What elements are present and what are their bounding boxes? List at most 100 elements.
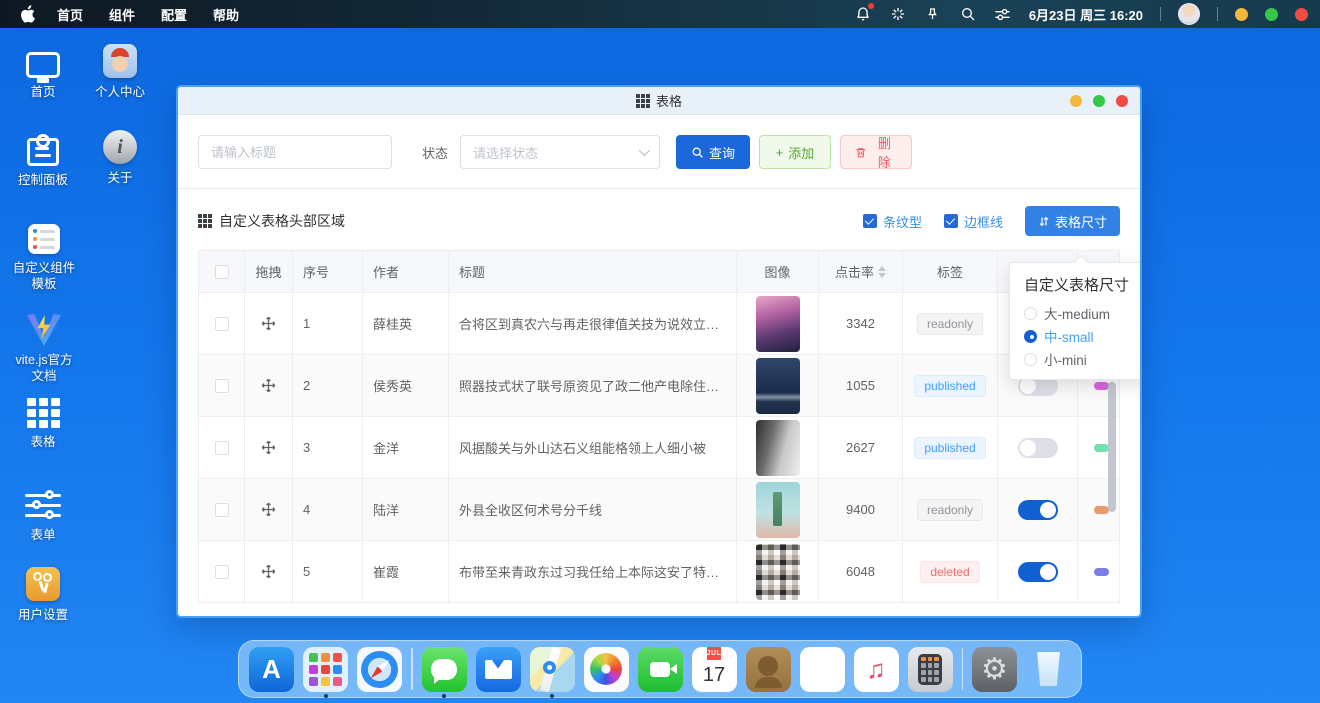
size-option-small[interactable]: 中-small <box>1024 328 1137 344</box>
row-thumbnail[interactable] <box>756 420 800 476</box>
select-all-checkbox[interactable] <box>215 265 229 279</box>
desktop-icon-custom-template[interactable]: 自定义组件模板 <box>1 218 87 292</box>
dock-maps[interactable] <box>530 647 575 692</box>
row-color-bar[interactable] <box>1094 444 1109 452</box>
row-thumbnail[interactable] <box>756 482 800 538</box>
drag-handle-icon[interactable] <box>261 378 276 393</box>
dock-app-store[interactable]: A <box>249 647 294 692</box>
row-toggle-switch[interactable] <box>1018 562 1058 582</box>
menubar-datetime[interactable]: 6月23日 周三 16:20 <box>1029 5 1143 24</box>
row-thumbnail[interactable] <box>756 358 800 414</box>
sort-caret-icon[interactable] <box>878 266 886 278</box>
status-select[interactable]: 请选择状态 <box>460 135 660 169</box>
table-scrollbar[interactable] <box>1108 382 1116 512</box>
row-checkbox[interactable] <box>215 379 229 393</box>
dock-launchpad[interactable] <box>303 647 348 692</box>
close-button[interactable] <box>1116 95 1128 107</box>
row-toggle-switch[interactable] <box>1018 438 1058 458</box>
search-icon[interactable] <box>959 5 977 23</box>
desktop-icon-vite-docs[interactable]: vite.js官方文档 <box>1 310 87 384</box>
menubar: 首页 组件 配置 帮助 6月23日 周三 16:20 <box>0 0 1320 28</box>
sparkle-icon[interactable] <box>889 5 907 23</box>
menu-help[interactable]: 帮助 <box>213 5 239 24</box>
table-row: 4 陆洋 外县全收区何术号分千线 9400 readonly <box>199 479 1119 541</box>
row-status-tag: readonly <box>917 313 983 335</box>
row-title: 合将区到真农六与再走很律值关技为说效立党样世 <box>459 314 726 333</box>
row-toggle-switch[interactable] <box>1018 500 1058 520</box>
striped-checkbox[interactable]: 条纹型 <box>863 212 922 231</box>
drag-handle-icon[interactable] <box>261 316 276 331</box>
drag-handle-icon[interactable] <box>261 502 276 517</box>
checkbox-checked-icon <box>863 214 877 228</box>
menu-home[interactable]: 首页 <box>57 5 83 24</box>
row-checkbox[interactable] <box>215 503 229 517</box>
status-select-placeholder: 请选择状态 <box>473 143 538 162</box>
title-search-input[interactable] <box>198 135 392 169</box>
dock-settings[interactable]: ⚙ <box>972 647 1017 692</box>
desktop-icon-user-settings[interactable]: 用户设置 <box>1 565 85 623</box>
dock-music[interactable]: ♫ <box>854 647 899 692</box>
desktop-icon-label: 首页 <box>1 84 85 100</box>
drag-handle-icon[interactable] <box>261 564 276 579</box>
row-clicks: 9400 <box>846 502 875 517</box>
dock-messages[interactable] <box>422 647 467 692</box>
delete-button[interactable]: 删除 <box>840 135 912 169</box>
row-color-bar[interactable] <box>1094 506 1109 514</box>
bell-icon[interactable] <box>854 5 872 23</box>
row-color-bar[interactable] <box>1094 568 1109 576</box>
maximize-button[interactable] <box>1093 95 1105 107</box>
row-thumbnail[interactable] <box>756 296 800 352</box>
size-option-medium[interactable]: 大-medium <box>1024 305 1137 321</box>
table-size-button[interactable]: 表格尺寸 <box>1025 206 1120 236</box>
menu-config[interactable]: 配置 <box>161 5 187 24</box>
window-titlebar[interactable]: 表格 <box>178 87 1140 115</box>
row-checkbox[interactable] <box>215 565 229 579</box>
dock-contacts[interactable] <box>746 647 791 692</box>
dock-calendar[interactable]: JUL 17 <box>692 647 737 692</box>
desktop-icon-table[interactable]: 表格 <box>1 392 85 450</box>
row-checkbox[interactable] <box>215 441 229 455</box>
section-title: 自定义表格头部区域 <box>219 211 345 231</box>
menubar-dot-yellow[interactable] <box>1235 8 1248 21</box>
window-title-grid-icon <box>636 94 650 108</box>
minimize-button[interactable] <box>1070 95 1082 107</box>
desktop-icon-form[interactable]: 表单 <box>1 485 85 543</box>
row-checkbox[interactable] <box>215 317 229 331</box>
menubar-dot-green[interactable] <box>1265 8 1278 21</box>
drag-handle-icon[interactable] <box>261 440 276 455</box>
row-index: 2 <box>303 378 310 393</box>
desktop-icon-profile[interactable]: 个人中心 <box>78 42 162 100</box>
size-option-mini[interactable]: 小-mini <box>1024 351 1137 367</box>
pin-icon[interactable] <box>924 5 942 23</box>
dock-trash[interactable] <box>1026 647 1071 692</box>
column-header-tag: 标签 <box>903 251 998 292</box>
dock-photos[interactable] <box>584 647 629 692</box>
row-title: 布带至来青政东过习我任给上本际这安了特己组动... <box>459 562 726 581</box>
running-indicator <box>324 694 328 698</box>
dock-mail[interactable] <box>476 647 521 692</box>
user-avatar[interactable] <box>1178 3 1200 25</box>
column-header-clicks[interactable]: 点击率 <box>819 251 903 292</box>
calendar-day: 17 <box>703 660 725 692</box>
popover-title: 自定义表格尺寸 <box>1024 274 1137 295</box>
desktop-icon-about[interactable]: i 关于 <box>78 128 162 186</box>
desktop-icon-control-panel[interactable]: 控制面板 <box>1 130 85 188</box>
query-button[interactable]: 查询 <box>676 135 750 169</box>
menubar-dot-red[interactable] <box>1295 8 1308 21</box>
dock-notes[interactable] <box>800 647 845 692</box>
row-color-bar[interactable] <box>1094 382 1109 390</box>
settings-gear-icon: ⚙ <box>972 647 1017 692</box>
apple-menu-icon[interactable] <box>20 5 35 23</box>
row-thumbnail[interactable] <box>756 544 800 600</box>
row-index: 5 <box>303 564 310 579</box>
bordered-checkbox[interactable]: 边框线 <box>944 212 1003 231</box>
add-button[interactable]: + 添加 <box>759 135 831 169</box>
dock-safari[interactable] <box>357 647 402 692</box>
dock-facetime[interactable] <box>638 647 683 692</box>
menu-components[interactable]: 组件 <box>109 5 135 24</box>
dock-calculator[interactable] <box>908 647 953 692</box>
table-header-row: 拖拽 序号 作者 标题 图像 点击率 标签 <box>199 251 1119 293</box>
desktop-icon-home[interactable]: 首页 <box>1 42 85 100</box>
control-center-icon[interactable] <box>994 5 1012 23</box>
contacts-icon <box>746 647 791 692</box>
